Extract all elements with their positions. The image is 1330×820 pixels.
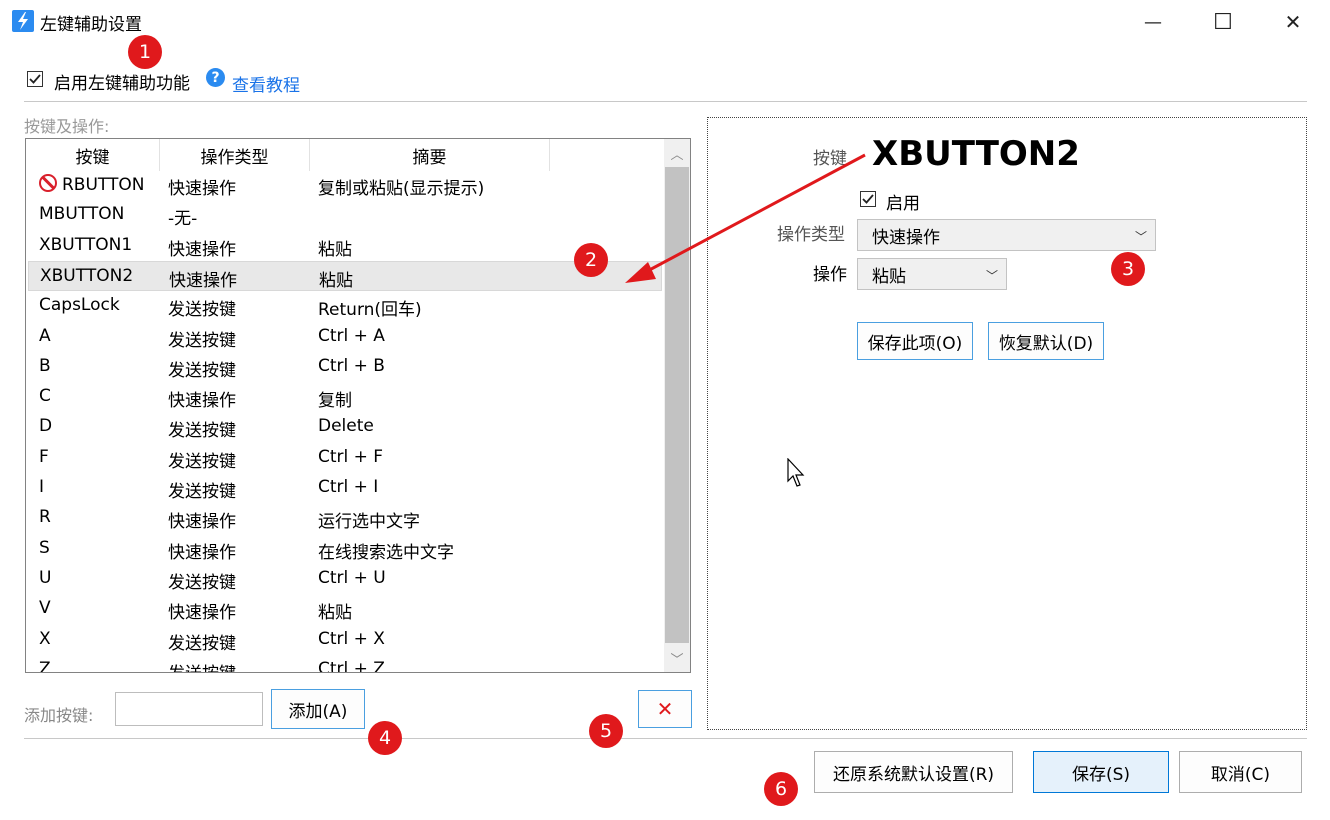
annotation-badge-5: 5 [589, 714, 623, 748]
annotation-badge-6: 6 [764, 772, 798, 806]
annotation-arrow [625, 153, 866, 283]
annotation-badge-2: 2 [574, 243, 608, 277]
annotation-badge-4: 4 [368, 721, 402, 755]
annotation-badge-1: 1 [128, 35, 162, 69]
annotation-badge-3: 3 [1111, 252, 1145, 286]
